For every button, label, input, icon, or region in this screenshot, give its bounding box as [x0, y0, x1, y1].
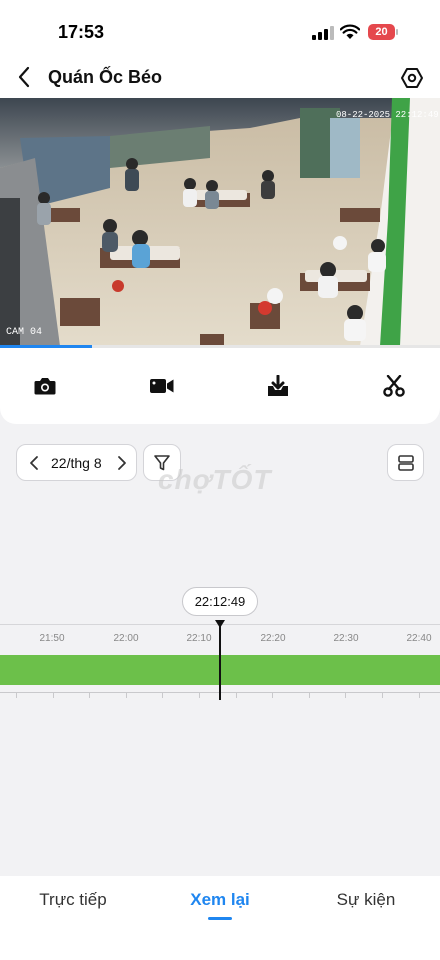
clip-button[interactable] [378, 370, 410, 402]
camera-icon [34, 378, 56, 395]
record-button[interactable] [146, 370, 178, 402]
tab-live[interactable]: Trực tiếp [39, 890, 106, 910]
layout-button[interactable] [387, 444, 424, 481]
timeline-minor-tick [309, 692, 310, 698]
status-bar: 17:53 20 [0, 0, 440, 58]
timeline-minor-tick [382, 692, 383, 698]
timeline-tick-label: 22:00 [113, 633, 139, 644]
timeline-minor-tick [162, 692, 163, 698]
snapshot-button[interactable] [29, 370, 61, 402]
timeline-minor-tick [126, 692, 127, 698]
date-label: 22/thg 8 [51, 455, 102, 471]
timeline-tick-label: 22:30 [333, 633, 359, 644]
current-time-bubble: 22:12:49 [182, 587, 258, 616]
settings-button[interactable] [398, 64, 426, 92]
timeline-minor-tick [16, 692, 17, 698]
camera-video[interactable]: 08-22-2025 22:12:49 CAM 04 [0, 98, 440, 346]
chevron-left-icon [18, 66, 30, 88]
timeline-minor-tick [199, 692, 200, 698]
download-button[interactable] [262, 370, 294, 402]
bottom-tab-bar: Trực tiếp Xem lại Sự kiện [0, 876, 440, 960]
hexagon-settings-icon [401, 68, 423, 88]
download-icon [268, 375, 288, 396]
restaurant-scene-image [0, 98, 440, 346]
layout-grid-icon [397, 454, 414, 471]
tab-events[interactable]: Sự kiện [337, 890, 396, 910]
header: Quán Ốc Béo [0, 58, 440, 98]
watermark: chợTỐT [158, 464, 272, 495]
timeline-minor-tick [236, 692, 237, 698]
active-tab-indicator [208, 917, 232, 920]
timeline-tick-label: 21:50 [39, 633, 65, 644]
timeline-minor-tick [272, 692, 273, 698]
chevron-left-icon [30, 456, 38, 470]
timeline-minor-tick [53, 692, 54, 698]
action-toolbar [0, 348, 440, 424]
page-title: Quán Ốc Béo [48, 67, 163, 87]
timeline-minor-tick [345, 692, 346, 698]
scissors-icon [383, 375, 405, 397]
date-picker[interactable]: 22/thg 8 [16, 444, 137, 481]
back-button[interactable] [10, 62, 38, 92]
playhead-line[interactable] [219, 626, 221, 700]
camera-label: CAM 04 [6, 327, 43, 338]
battery-icon: 20 [368, 24, 398, 40]
signal-icon [312, 26, 334, 40]
timeline-minor-tick [419, 692, 420, 698]
battery-level: 20 [368, 24, 395, 40]
camera-timestamp: 08-22-2025 22:12:49 [336, 110, 439, 120]
battery-tip [396, 29, 398, 35]
timeline-minor-tick [89, 692, 90, 698]
video-camera-icon [150, 379, 174, 393]
timeline-tick-label: 22:10 [186, 633, 212, 644]
chevron-right-icon [118, 456, 126, 470]
timeline-tick-label: 22:40 [406, 633, 432, 644]
tab-playback[interactable]: Xem lại [190, 890, 250, 910]
wifi-icon [340, 24, 360, 39]
next-day-button[interactable] [113, 453, 131, 473]
timeline-tick-label: 22:20 [260, 633, 286, 644]
previous-day-button[interactable] [25, 453, 43, 473]
status-time: 17:53 [58, 22, 105, 42]
